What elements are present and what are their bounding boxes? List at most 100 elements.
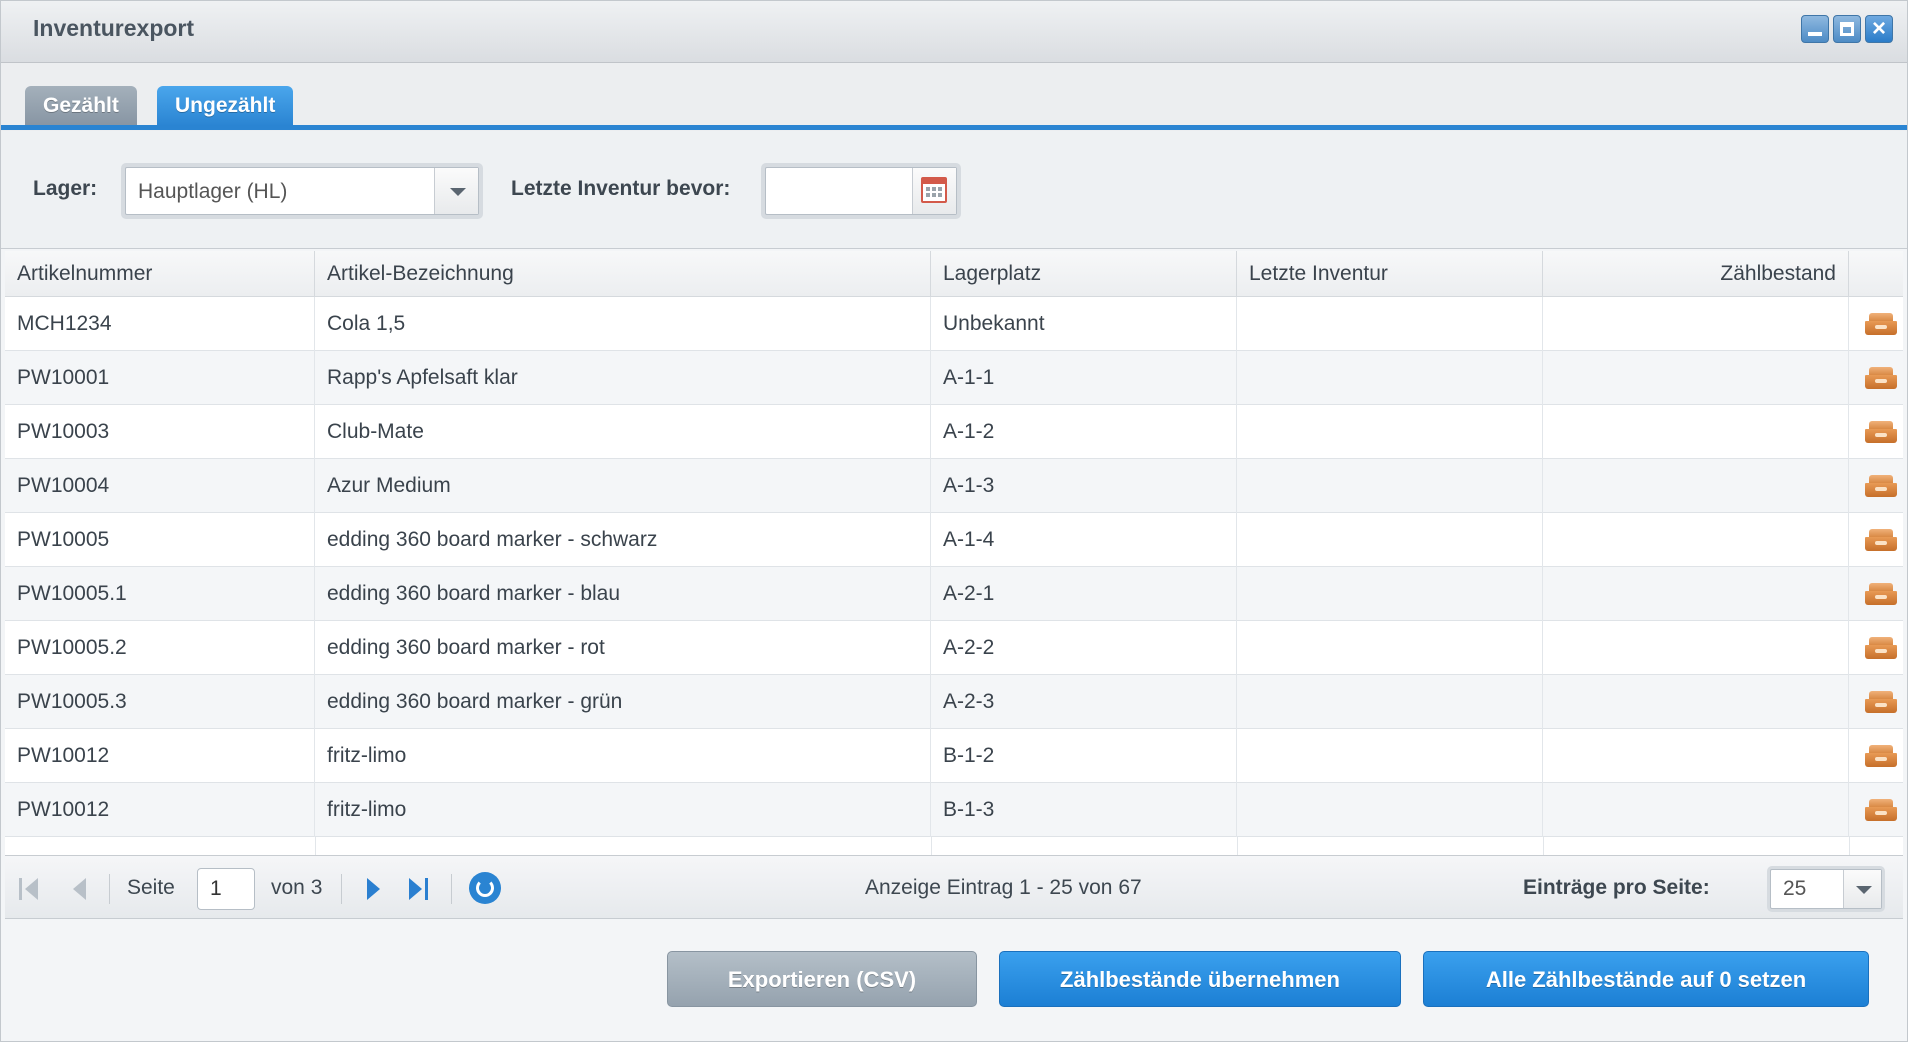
cell-artikelnummer: PW10012 xyxy=(5,783,315,837)
title-bar: Inventurexport × xyxy=(1,1,1907,63)
tab-gezaehlt[interactable]: Gezählt xyxy=(25,86,137,126)
table-row[interactable]: PW10004 Azur Medium A-1-3 xyxy=(5,459,1903,513)
last-page-button[interactable] xyxy=(409,878,428,900)
per-page-value: 25 xyxy=(1783,877,1807,900)
row-action-cell[interactable] xyxy=(1849,405,1903,459)
row-action-cell[interactable] xyxy=(1849,675,1903,729)
page-count-label: von 3 xyxy=(271,876,323,899)
cell-zaehlbestand xyxy=(1543,675,1849,729)
cell-artikel-bezeichnung: Rapp's Apfelsaft klar xyxy=(315,351,931,405)
row-action-cell[interactable] xyxy=(1849,459,1903,513)
cell-letzte-inventur xyxy=(1237,297,1543,351)
date-picker-button[interactable] xyxy=(912,168,956,214)
cell-lagerplatz: A-1-1 xyxy=(931,351,1237,405)
cell-artikelnummer: PW10004 xyxy=(5,459,315,513)
per-page-dropdown-button[interactable] xyxy=(1843,870,1881,908)
close-button[interactable]: × xyxy=(1865,15,1893,43)
maximize-icon xyxy=(1840,22,1854,36)
lager-dropdown-button[interactable] xyxy=(434,168,478,214)
letzte-inventur-date-field[interactable] xyxy=(761,163,961,219)
cell-artikel-bezeichnung: edding 360 board marker - grün xyxy=(315,675,931,729)
cell-lagerplatz: A-1-4 xyxy=(931,513,1237,567)
inventory-grid: Artikelnummer Artikel-Bezeichnung Lagerp… xyxy=(5,251,1903,855)
cell-artikelnummer: PW10001 xyxy=(5,351,315,405)
table-row[interactable]: PW10012 fritz-limo B-1-2 xyxy=(5,729,1903,783)
cell-lagerplatz: A-1-2 xyxy=(931,405,1237,459)
cell-artikelnummer: PW10003 xyxy=(5,405,315,459)
minimize-button[interactable] xyxy=(1801,15,1829,43)
last-page-icon xyxy=(409,878,422,900)
lager-label: Lager: xyxy=(33,177,98,200)
per-page-select[interactable]: 25 xyxy=(1767,866,1885,912)
column-header-artikel-bezeichnung[interactable]: Artikel-Bezeichnung xyxy=(315,251,931,297)
table-row[interactable]: PW10005.2 edding 360 board marker - rot A-… xyxy=(5,621,1903,675)
cell-artikelnummer: PW10012 xyxy=(5,729,315,783)
inbox-icon[interactable] xyxy=(1865,745,1897,767)
cell-artikelnummer: PW10005.2 xyxy=(5,621,315,675)
inbox-icon[interactable] xyxy=(1865,475,1897,497)
previous-page-icon xyxy=(73,878,86,900)
page-number-input[interactable]: 1 xyxy=(197,868,255,910)
cell-lagerplatz: Unbekannt xyxy=(931,297,1237,351)
row-action-cell[interactable] xyxy=(1849,621,1903,675)
column-header-letzte-inventur[interactable]: Letzte Inventur xyxy=(1237,251,1543,297)
column-header-action xyxy=(1849,251,1903,297)
tab-ungezaehlt[interactable]: Ungezählt xyxy=(157,86,293,126)
inbox-icon[interactable] xyxy=(1865,421,1897,443)
cell-artikel-bezeichnung: edding 360 board marker - rot xyxy=(315,621,931,675)
inbox-icon[interactable] xyxy=(1865,691,1897,713)
cell-lagerplatz: A-2-3 xyxy=(931,675,1237,729)
export-csv-button[interactable]: Exportieren (CSV) xyxy=(667,951,977,1007)
cell-artikelnummer: PW10005.1 xyxy=(5,567,315,621)
cell-zaehlbestand xyxy=(1543,297,1849,351)
table-row-partial xyxy=(5,837,1903,855)
first-page-button[interactable] xyxy=(19,878,38,900)
cell-artikel-bezeichnung: edding 360 board marker - blau xyxy=(315,567,931,621)
table-row[interactable]: PW10005 edding 360 board marker - schwarz… xyxy=(5,513,1903,567)
table-row[interactable]: PW10012 fritz-limo B-1-3 xyxy=(5,783,1903,837)
cell-lagerplatz: B-1-2 xyxy=(931,729,1237,783)
cell-letzte-inventur xyxy=(1237,783,1543,837)
cell-zaehlbestand xyxy=(1543,783,1849,837)
inbox-icon[interactable] xyxy=(1865,529,1897,551)
row-action-cell[interactable] xyxy=(1849,783,1903,837)
chevron-down-icon xyxy=(450,188,466,196)
reset-counts-button[interactable]: Alle Zählbestände auf 0 setzen xyxy=(1423,951,1869,1007)
row-action-cell[interactable] xyxy=(1849,351,1903,405)
cell-artikel-bezeichnung: Azur Medium xyxy=(315,459,931,513)
table-row[interactable]: PW10003 Club-Mate A-1-2 xyxy=(5,405,1903,459)
row-action-cell[interactable] xyxy=(1849,729,1903,783)
table-row[interactable]: PW10005.1 edding 360 board marker - blau A… xyxy=(5,567,1903,621)
column-header-lagerplatz[interactable]: Lagerplatz xyxy=(931,251,1237,297)
row-action-cell[interactable] xyxy=(1849,513,1903,567)
row-action-cell[interactable] xyxy=(1849,297,1903,351)
lager-select[interactable]: Hauptlager (HL) xyxy=(121,163,483,219)
cell-artikel-bezeichnung: edding 360 board marker - schwarz xyxy=(315,513,931,567)
previous-page-button[interactable] xyxy=(73,878,86,900)
refresh-icon[interactable] xyxy=(469,872,501,904)
table-row[interactable]: MCH1234 Cola 1,5 Unbekannt xyxy=(5,297,1903,351)
table-row[interactable]: PW10005.3 edding 360 board marker - grün A… xyxy=(5,675,1903,729)
cell-zaehlbestand xyxy=(1543,729,1849,783)
cell-artikelnummer: PW10005 xyxy=(5,513,315,567)
cell-artikel-bezeichnung: fritz-limo xyxy=(315,729,931,783)
inbox-icon[interactable] xyxy=(1865,637,1897,659)
chevron-down-icon xyxy=(1856,886,1872,894)
next-page-button[interactable] xyxy=(367,878,380,900)
inbox-icon[interactable] xyxy=(1865,583,1897,605)
cell-letzte-inventur xyxy=(1237,567,1543,621)
cell-artikel-bezeichnung: fritz-limo xyxy=(315,783,931,837)
cell-letzte-inventur xyxy=(1237,405,1543,459)
maximize-button[interactable] xyxy=(1833,15,1861,43)
inbox-icon[interactable] xyxy=(1865,367,1897,389)
apply-counts-button[interactable]: Zählbestände übernehmen xyxy=(999,951,1401,1007)
row-action-cell[interactable] xyxy=(1849,567,1903,621)
table-row[interactable]: PW10001 Rapp's Apfelsaft klar A-1-1 xyxy=(5,351,1903,405)
inbox-icon[interactable] xyxy=(1865,313,1897,335)
column-header-artikelnummer[interactable]: Artikelnummer xyxy=(5,251,315,297)
inbox-icon[interactable] xyxy=(1865,799,1897,821)
column-header-zaehlbestand[interactable]: Zählbestand xyxy=(1543,251,1849,297)
close-icon: × xyxy=(1871,15,1886,42)
tab-underline xyxy=(1,125,1907,130)
cell-letzte-inventur xyxy=(1237,729,1543,783)
